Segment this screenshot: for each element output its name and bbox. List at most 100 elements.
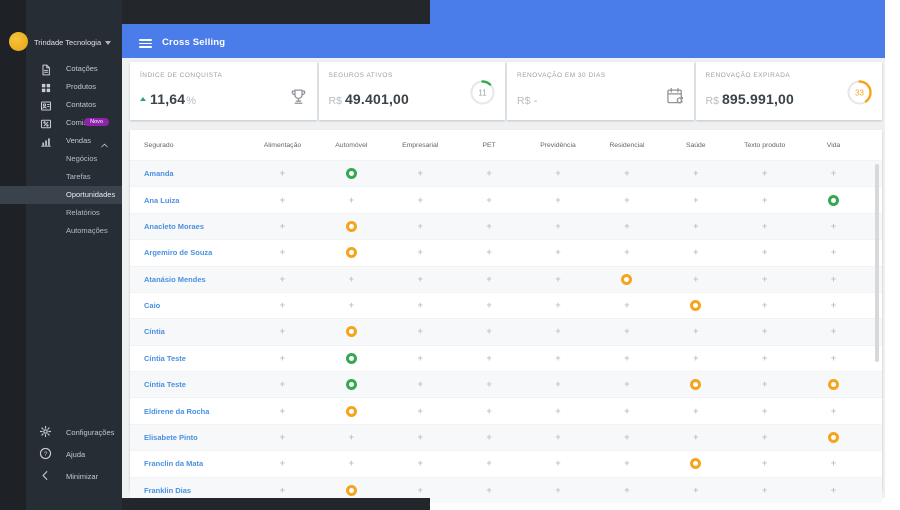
add-product-icon[interactable]: +: [693, 274, 698, 284]
add-product-icon[interactable]: +: [555, 327, 560, 336]
product-status-dot-green[interactable]: [828, 194, 840, 206]
add-product-icon[interactable]: +: [762, 169, 767, 178]
add-product-icon[interactable]: +: [486, 248, 491, 257]
add-product-icon[interactable]: +: [762, 274, 767, 284]
product-status-dot-orange[interactable]: [690, 458, 702, 470]
add-product-icon[interactable]: +: [624, 195, 629, 205]
add-product-icon[interactable]: +: [555, 432, 560, 442]
menu-icon[interactable]: [139, 39, 152, 48]
sidebar-item-cotacoes[interactable]: Cotações: [0, 60, 122, 78]
add-product-icon[interactable]: +: [831, 406, 836, 416]
add-product-icon[interactable]: +: [349, 459, 354, 468]
product-status-dot-green[interactable]: [345, 168, 357, 180]
add-product-icon[interactable]: +: [486, 353, 491, 363]
add-product-icon[interactable]: +: [693, 195, 698, 205]
add-product-icon[interactable]: +: [280, 380, 285, 389]
add-product-icon[interactable]: +: [280, 274, 285, 284]
add-product-icon[interactable]: +: [693, 406, 698, 416]
sidebar-subitem-relatorios[interactable]: Relatórios: [0, 204, 122, 222]
product-status-dot-orange[interactable]: [345, 326, 357, 338]
add-product-icon[interactable]: +: [624, 221, 629, 231]
add-product-icon[interactable]: +: [555, 459, 560, 468]
sidebar-item-vendas[interactable]: Vendas: [0, 132, 122, 150]
insured-name-link[interactable]: Franklin Dias: [130, 486, 248, 495]
add-product-icon[interactable]: +: [486, 327, 491, 336]
add-product-icon[interactable]: +: [762, 221, 767, 231]
add-product-icon[interactable]: +: [418, 459, 423, 468]
sidebar-item-comissao[interactable]: Comissão Novo: [0, 114, 122, 132]
add-product-icon[interactable]: +: [762, 485, 767, 495]
add-product-icon[interactable]: +: [418, 485, 423, 495]
add-product-icon[interactable]: +: [280, 248, 285, 257]
add-product-icon[interactable]: +: [486, 380, 491, 389]
add-product-icon[interactable]: +: [418, 380, 423, 389]
insured-name-link[interactable]: Ana Luiza: [130, 196, 248, 205]
add-product-icon[interactable]: +: [486, 221, 491, 231]
add-product-icon[interactable]: +: [486, 432, 491, 442]
add-product-icon[interactable]: +: [418, 248, 423, 257]
product-status-dot-orange[interactable]: [345, 405, 357, 417]
add-product-icon[interactable]: +: [280, 485, 285, 495]
add-product-icon[interactable]: +: [831, 248, 836, 257]
sidebar-item-contatos[interactable]: Contatos: [0, 96, 122, 114]
add-product-icon[interactable]: +: [418, 327, 423, 336]
sidebar-subitem-automacoes[interactable]: Automações: [0, 222, 122, 240]
product-status-dot-green[interactable]: [345, 352, 357, 364]
add-product-icon[interactable]: +: [624, 327, 629, 336]
add-product-icon[interactable]: +: [624, 459, 629, 468]
add-product-icon[interactable]: +: [624, 406, 629, 416]
add-product-icon[interactable]: +: [349, 301, 354, 310]
product-status-dot-green[interactable]: [345, 379, 357, 391]
insured-name-link[interactable]: Cíntia Teste: [130, 380, 248, 389]
add-product-icon[interactable]: +: [486, 301, 491, 310]
add-product-icon[interactable]: +: [831, 353, 836, 363]
add-product-icon[interactable]: +: [418, 353, 423, 363]
sidebar-subitem-tarefas[interactable]: Tarefas: [0, 168, 122, 186]
add-product-icon[interactable]: +: [418, 432, 423, 442]
sidebar-item-configuracoes[interactable]: Configurações: [0, 422, 122, 444]
add-product-icon[interactable]: +: [280, 406, 285, 416]
add-product-icon[interactable]: +: [762, 432, 767, 442]
add-product-icon[interactable]: +: [349, 432, 354, 442]
add-product-icon[interactable]: +: [555, 169, 560, 178]
insured-name-link[interactable]: Cíntia: [130, 327, 248, 336]
add-product-icon[interactable]: +: [418, 301, 423, 310]
add-product-icon[interactable]: +: [555, 301, 560, 310]
insured-name-link[interactable]: Atanásio Mendes: [130, 275, 248, 284]
add-product-icon[interactable]: +: [831, 485, 836, 495]
insured-name-link[interactable]: Eldirene da Rocha: [130, 407, 248, 416]
add-product-icon[interactable]: +: [624, 353, 629, 363]
add-product-icon[interactable]: +: [693, 221, 698, 231]
add-product-icon[interactable]: +: [624, 301, 629, 310]
add-product-icon[interactable]: +: [762, 195, 767, 205]
org-selector[interactable]: Trindade Tecnologia: [0, 30, 122, 56]
add-product-icon[interactable]: +: [280, 432, 285, 442]
add-product-icon[interactable]: +: [280, 301, 285, 310]
sidebar-item-ajuda[interactable]: ? Ajuda: [0, 444, 122, 466]
sidebar-subitem-oportunidades[interactable]: Oportunidades: [0, 186, 122, 204]
add-product-icon[interactable]: +: [762, 459, 767, 468]
add-product-icon[interactable]: +: [693, 327, 698, 336]
add-product-icon[interactable]: +: [418, 221, 423, 231]
product-status-dot-orange[interactable]: [345, 247, 357, 259]
insured-name-link[interactable]: Cíntia Teste: [130, 354, 248, 363]
add-product-icon[interactable]: +: [831, 274, 836, 284]
sidebar-item-minimizar[interactable]: Minimizar: [0, 466, 122, 488]
add-product-icon[interactable]: +: [555, 195, 560, 205]
add-product-icon[interactable]: +: [280, 169, 285, 178]
add-product-icon[interactable]: +: [418, 169, 423, 178]
add-product-icon[interactable]: +: [486, 459, 491, 468]
add-product-icon[interactable]: +: [349, 195, 354, 205]
add-product-icon[interactable]: +: [831, 301, 836, 310]
add-product-icon[interactable]: +: [555, 274, 560, 284]
insured-name-link[interactable]: Anacleto Moraes: [130, 222, 248, 231]
add-product-icon[interactable]: +: [831, 169, 836, 178]
add-product-icon[interactable]: +: [555, 221, 560, 231]
add-product-icon[interactable]: +: [486, 406, 491, 416]
insured-name-link[interactable]: Caio: [130, 301, 248, 310]
add-product-icon[interactable]: +: [624, 380, 629, 389]
add-product-icon[interactable]: +: [418, 274, 423, 284]
product-status-dot-orange[interactable]: [345, 220, 357, 232]
add-product-icon[interactable]: +: [693, 353, 698, 363]
add-product-icon[interactable]: +: [693, 248, 698, 257]
